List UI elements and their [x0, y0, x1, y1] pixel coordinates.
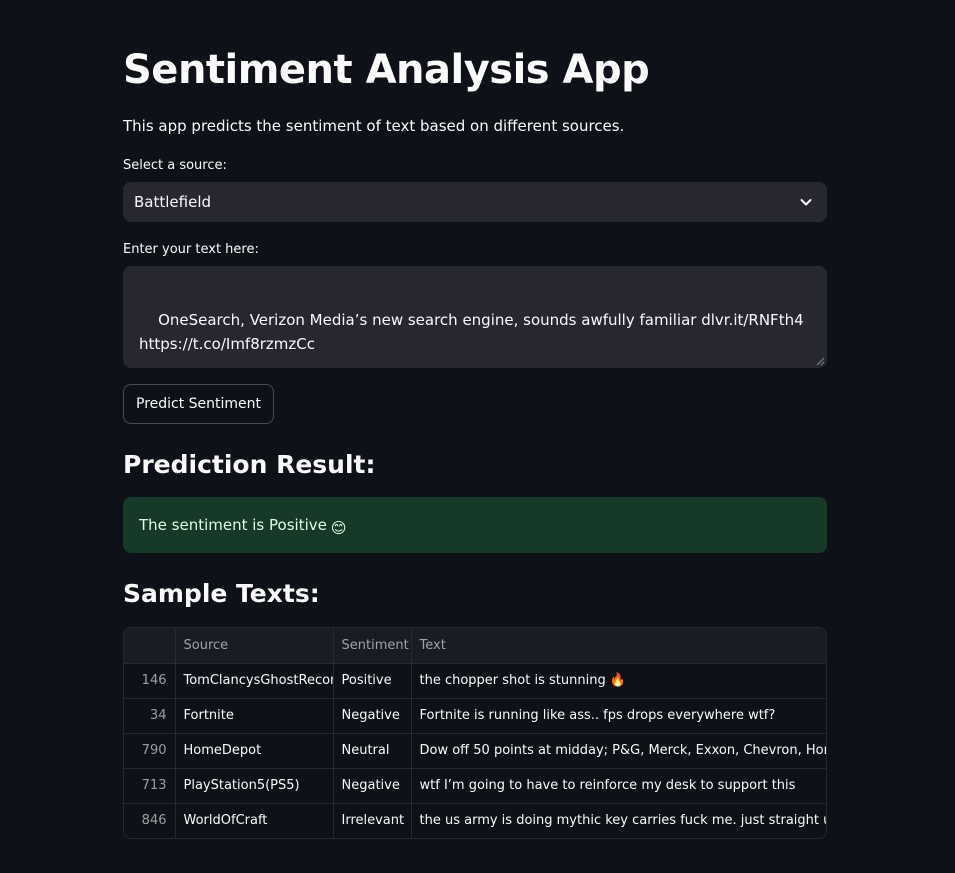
- data-table: Source Sentiment Text 146 TomClancysGhos…: [124, 628, 826, 838]
- row-index-cell[interactable]: 34: [124, 698, 176, 734]
- source-cell[interactable]: Fortnite: [175, 698, 334, 734]
- predict-sentiment-button[interactable]: Predict Sentiment: [123, 384, 275, 424]
- column-header-index[interactable]: [124, 628, 176, 664]
- source-cell[interactable]: TomClancysGhostRecon: [175, 663, 334, 699]
- sentiment-cell[interactable]: Positive: [333, 663, 412, 699]
- source-cell[interactable]: PlayStation5(PS5): [175, 768, 334, 804]
- row-index-cell[interactable]: 146: [124, 663, 176, 699]
- prediction-result-text: The sentiment is Positive 😊: [139, 515, 346, 538]
- sentiment-cell[interactable]: Irrelevant: [333, 803, 412, 838]
- table-row: 846 WorldOfCraft Irrelevant the us army …: [124, 803, 826, 838]
- text-input-label: Enter your text here:: [123, 242, 259, 257]
- source-select[interactable]: Battlefield: [123, 182, 827, 222]
- table-header-row: Source Sentiment Text: [124, 628, 826, 664]
- text-cell[interactable]: wtf I’m going to have to reinforce my de…: [411, 768, 826, 804]
- app-description: This app predicts the sentiment of text …: [123, 117, 625, 135]
- text-input-value: OneSearch, Verizon Media’s new search en…: [139, 311, 804, 353]
- chevron-down-icon: [800, 199, 812, 206]
- smiling-face-icon: 😊: [330, 519, 347, 537]
- source-cell[interactable]: WorldOfCraft: [175, 803, 334, 838]
- resize-handle-icon[interactable]: [816, 357, 825, 366]
- row-index-cell[interactable]: 713: [124, 768, 176, 804]
- text-cell[interactable]: Dow off 50 points at midday; P&G, Merck,…: [411, 733, 826, 769]
- row-index-cell[interactable]: 790: [124, 733, 176, 769]
- column-header-source[interactable]: Source: [175, 628, 334, 664]
- source-cell[interactable]: HomeDepot: [175, 733, 334, 769]
- sentiment-cell[interactable]: Negative: [333, 698, 412, 734]
- prediction-result-alert: The sentiment is Positive 😊: [123, 497, 827, 553]
- source-select-label: Select a source:: [123, 158, 227, 173]
- page-title: Sentiment Analysis App: [123, 47, 650, 93]
- sample-texts-table[interactable]: Source Sentiment Text 146 TomClancysGhos…: [123, 627, 827, 839]
- text-cell[interactable]: the chopper shot is stunning 🔥: [411, 663, 826, 699]
- prediction-result-message: The sentiment is Positive: [139, 516, 327, 534]
- sentiment-cell[interactable]: Negative: [333, 768, 412, 804]
- text-input[interactable]: OneSearch, Verizon Media’s new search en…: [123, 266, 827, 368]
- sentiment-cell[interactable]: Neutral: [333, 733, 412, 769]
- column-header-text[interactable]: Text: [411, 628, 826, 664]
- sample-texts-heading: Sample Texts:: [123, 579, 320, 608]
- prediction-result-heading: Prediction Result:: [123, 450, 376, 479]
- text-cell[interactable]: Fortnite is running like ass.. fps drops…: [411, 698, 826, 734]
- source-select-value: Battlefield: [134, 193, 212, 211]
- row-index-cell[interactable]: 846: [124, 803, 176, 838]
- table-row: 713 PlayStation5(PS5) Negative wtf I’m g…: [124, 768, 826, 804]
- column-header-sentiment[interactable]: Sentiment: [333, 628, 412, 664]
- table-row: 34 Fortnite Negative Fortnite is running…: [124, 698, 826, 734]
- text-cell[interactable]: the us army is doing mythic key carries …: [411, 803, 826, 838]
- table-row: 146 TomClancysGhostRecon Positive the ch…: [124, 663, 826, 699]
- table-row: 790 HomeDepot Neutral Dow off 50 points …: [124, 733, 826, 769]
